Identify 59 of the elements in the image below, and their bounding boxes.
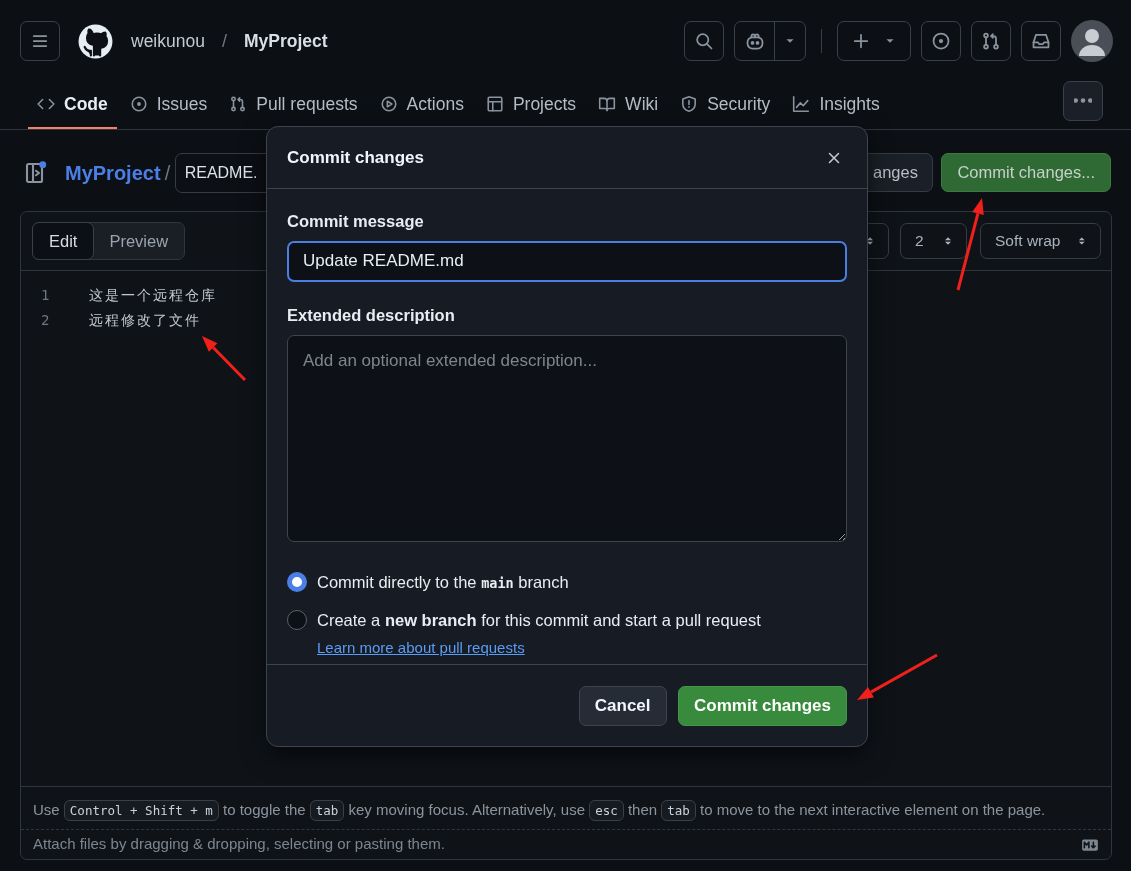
more-button[interactable] <box>1063 80 1103 121</box>
repo-tab[interactable]: Projects <box>476 81 586 129</box>
line-number: 1 <box>40 286 51 305</box>
attach-hint: Attach files by dragging & dropping, selecting or pasting them. <box>33 834 445 855</box>
repo-tab[interactable]: Security <box>671 81 780 129</box>
field-label: Extended description <box>287 304 456 326</box>
indent-size-select[interactable]: 2 <box>900 223 967 259</box>
description-field[interactable]: Add an optional extended description... <box>287 334 847 542</box>
sidebar-toggle-icon[interactable] <box>24 160 48 185</box>
logo-icon[interactable] <box>77 22 114 60</box>
editor-tab[interactable]: Edit <box>32 222 95 260</box>
avatar[interactable] <box>1071 20 1113 62</box>
search-icon <box>694 31 714 51</box>
editor-tab[interactable]: Preview <box>93 223 185 259</box>
book-icon <box>598 95 617 113</box>
graph-icon <box>792 95 811 113</box>
repo-tab[interactable]: Issues <box>120 81 217 129</box>
repo-link[interactable]: MyProject <box>65 157 161 188</box>
help-link[interactable]: Learn more about pull requests <box>317 639 525 656</box>
pull-requests-button[interactable] <box>971 21 1011 61</box>
robot-icon <box>744 31 765 51</box>
pull-request-icon <box>981 31 1001 51</box>
repo-tab[interactable]: Actions <box>370 81 473 129</box>
commit-message-field[interactable]: Update README.md <box>287 240 847 282</box>
line-number: 2 <box>40 311 51 330</box>
owner-link[interactable]: weikunou <box>131 27 205 55</box>
option-label: Commit directly to the main branch <box>317 572 569 593</box>
annotation-arrow <box>202 336 247 382</box>
radio-button[interactable] <box>287 572 307 592</box>
pull-request-icon <box>229 95 248 113</box>
issues-button[interactable] <box>921 21 961 61</box>
commit-changes-button[interactable]: Commit changes... <box>941 153 1111 192</box>
table-icon <box>485 95 504 113</box>
shield-icon <box>680 95 699 113</box>
repo-tab[interactable]: Code <box>28 81 117 129</box>
inbox-icon <box>1031 31 1051 51</box>
inbox-button[interactable] <box>1021 21 1061 61</box>
help-text: Use Control + Shift + m to toggle the tab key moving focus. Alternatively, use esc then tab to move to the next interactive element on the page. <box>21 786 1111 829</box>
wrap-mode-select[interactable]: Soft wrap <box>980 223 1101 259</box>
repo-link[interactable]: MyProject <box>243 27 328 55</box>
code-line: 远程修改了文件 <box>89 311 201 330</box>
more-icon <box>1074 98 1092 103</box>
play-icon <box>379 95 398 113</box>
search-button[interactable] <box>684 21 724 61</box>
field-label: Commit message <box>287 211 425 232</box>
repo-tab[interactable]: Insights <box>783 81 889 129</box>
issue-icon <box>129 95 148 113</box>
cancel-button[interactable]: Cancel <box>578 685 667 726</box>
radio-button[interactable] <box>287 610 307 630</box>
repo-tab[interactable]: Wiki <box>589 81 668 129</box>
issue-icon <box>931 31 951 51</box>
menu-button[interactable] <box>20 21 60 61</box>
path-separator: / <box>221 29 227 53</box>
path-separator: / <box>164 160 171 186</box>
option-label: Create a new branch for this commit and start a pull request Learn more about pull requests <box>317 610 762 658</box>
code-line: 这是一个远程仓库 <box>89 286 217 305</box>
repo-tab[interactable]: Pull requests <box>220 81 367 129</box>
commit-button[interactable]: Commit changes <box>678 685 847 726</box>
plus-icon <box>851 31 871 51</box>
